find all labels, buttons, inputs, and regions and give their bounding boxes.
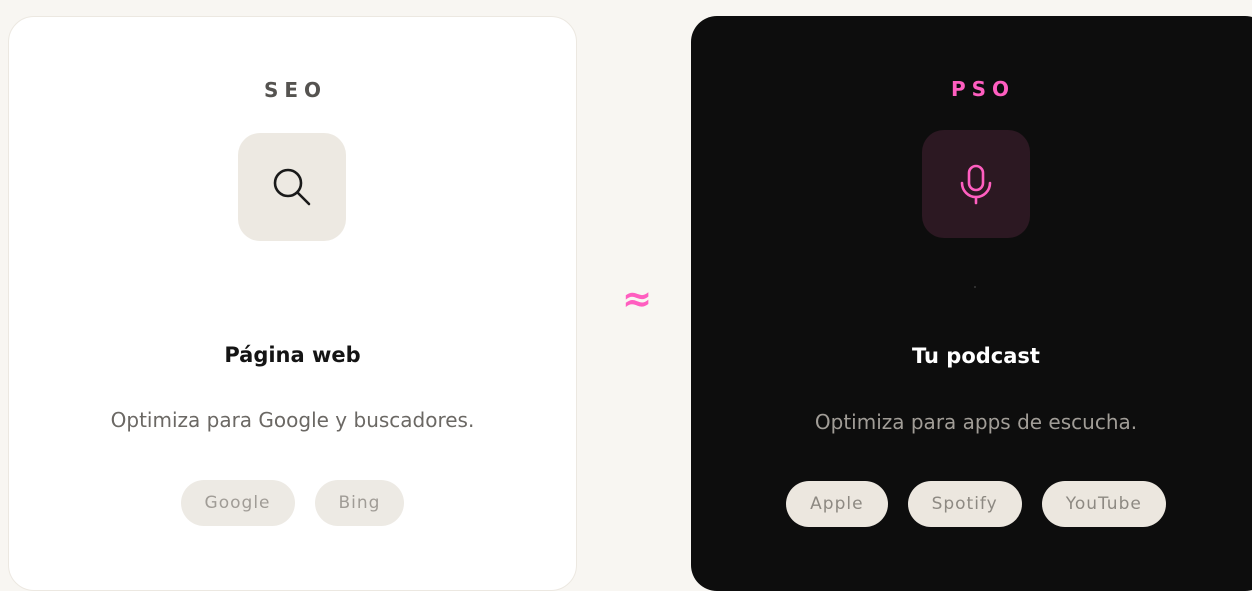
chip-apple: Apple [786,481,888,527]
search-icon [273,168,311,206]
pso-label: PSO [950,77,1016,101]
approx-symbol: ≈ [621,279,653,320]
microphone-icon [960,164,992,205]
pso-card: PSO Tu podcast Optimiza para apps de esc… [691,16,1252,591]
chip-youtube: YouTube [1041,481,1166,527]
seo-icon-tile [238,133,346,241]
chip-bing: Bing [314,480,405,526]
pso-icon-tile [922,130,1030,238]
pso-description: Optimiza para apps de escucha. [814,410,1138,434]
seo-label: SEO [263,78,328,102]
chip-google: Google [180,480,295,526]
seo-title: Página web [224,343,361,367]
seo-description: Optimiza para Google y buscadores. [110,408,475,432]
pso-chip-list: Apple Spotify YouTube [681,481,1252,527]
chip-spotify: Spotify [907,481,1022,527]
seo-chip-list: Google Bing [9,480,576,526]
divider-dot [974,286,976,288]
seo-card: SEO Página web Optimiza para Google y bu… [8,16,577,591]
pso-title: Tu podcast [912,344,1040,368]
